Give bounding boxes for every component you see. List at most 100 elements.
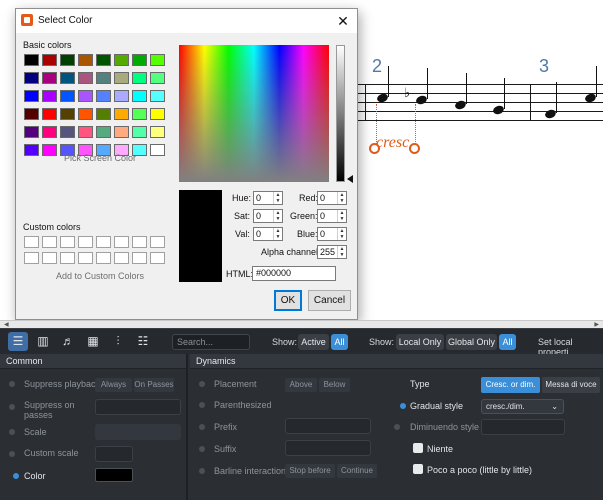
- custom-color-slot[interactable]: [78, 252, 93, 264]
- poco-a-poco-checkbox[interactable]: [413, 464, 423, 474]
- custom-color-slot[interactable]: [132, 236, 147, 248]
- property-dot-active[interactable]: [400, 403, 406, 409]
- basic-color-swatch[interactable]: [42, 144, 57, 156]
- property-dot[interactable]: [199, 402, 205, 408]
- basic-color-swatch[interactable]: [42, 108, 57, 120]
- guitar-icon[interactable]: ♬: [58, 332, 78, 351]
- luminance-slider[interactable]: [336, 45, 345, 182]
- basic-color-swatch[interactable]: [150, 90, 165, 102]
- basic-color-swatch[interactable]: [96, 126, 111, 138]
- scale-field[interactable]: [95, 424, 181, 440]
- suffix-field[interactable]: [285, 440, 371, 456]
- spin-arrows-icon[interactable]: ▲ ▼: [273, 192, 282, 204]
- close-icon[interactable]: ✕: [333, 11, 353, 31]
- property-dot[interactable]: [9, 404, 15, 410]
- hue-spinbox[interactable]: 0 ▲ ▼: [253, 191, 283, 205]
- custom-color-slot[interactable]: [60, 252, 75, 264]
- basic-color-swatch[interactable]: [60, 54, 75, 66]
- property-dot[interactable]: [199, 381, 205, 387]
- property-dot[interactable]: [199, 446, 205, 452]
- start-handle[interactable]: [369, 143, 380, 154]
- property-dot-active[interactable]: [13, 473, 19, 479]
- basic-color-swatch[interactable]: [60, 90, 75, 102]
- custom-color-slot[interactable]: [114, 252, 129, 264]
- property-dot[interactable]: [199, 468, 205, 474]
- below-button[interactable]: Below: [319, 378, 350, 392]
- basic-color-swatch[interactable]: [150, 126, 165, 138]
- above-button[interactable]: Above: [285, 378, 317, 392]
- prefix-field[interactable]: [285, 418, 371, 434]
- basic-color-swatch[interactable]: [150, 72, 165, 84]
- gradual-style-select[interactable]: cresc./dim. ⌄: [481, 399, 564, 414]
- basic-color-swatch[interactable]: [132, 54, 147, 66]
- add-custom-color-button[interactable]: Add to Custom Colors: [56, 271, 144, 281]
- cancel-button[interactable]: Cancel: [308, 290, 351, 311]
- basic-color-swatch[interactable]: [24, 126, 39, 138]
- basic-color-swatch[interactable]: [96, 108, 111, 120]
- continue-button[interactable]: Continue: [337, 464, 377, 478]
- type-cresc-button[interactable]: Cresc. or dim.: [481, 377, 540, 393]
- basic-color-swatch[interactable]: [60, 108, 75, 120]
- always-button[interactable]: Always: [95, 378, 132, 392]
- basic-color-swatch[interactable]: [132, 126, 147, 138]
- grid-icon[interactable]: ▦: [83, 332, 103, 351]
- ok-button[interactable]: OK: [274, 290, 302, 311]
- niente-checkbox[interactable]: [413, 443, 423, 453]
- suppress-on-passes-field[interactable]: [95, 399, 181, 415]
- basic-color-swatch[interactable]: [78, 72, 93, 84]
- html-input[interactable]: #000000: [252, 266, 336, 281]
- custom-color-slot[interactable]: [60, 236, 75, 248]
- spin-arrows-icon[interactable]: ▲ ▼: [337, 210, 346, 222]
- basic-color-swatch[interactable]: [24, 108, 39, 120]
- pick-screen-color-button[interactable]: Pick Screen Color: [64, 153, 136, 163]
- search-input[interactable]: Search...: [172, 334, 250, 350]
- basic-color-swatch[interactable]: [78, 90, 93, 102]
- color-swatch[interactable]: [95, 468, 133, 482]
- scroll-right-icon[interactable]: ▶: [594, 321, 599, 328]
- local-only-button[interactable]: Local Only: [396, 334, 444, 350]
- basic-color-swatch[interactable]: [96, 72, 111, 84]
- custom-color-slot[interactable]: [150, 236, 165, 248]
- custom-color-slot[interactable]: [42, 252, 57, 264]
- spin-arrows-icon[interactable]: ▲ ▼: [337, 246, 346, 258]
- type-messa-di-voce-button[interactable]: Messa di voce: [542, 377, 600, 393]
- property-dot[interactable]: [9, 451, 15, 457]
- basic-color-swatch[interactable]: [96, 90, 111, 102]
- spin-arrows-icon[interactable]: ▲ ▼: [273, 228, 282, 240]
- basic-color-swatch[interactable]: [24, 144, 39, 156]
- dialog-titlebar[interactable]: Select Color ✕: [16, 9, 357, 33]
- basic-color-swatch[interactable]: [114, 54, 129, 66]
- custom-color-slot[interactable]: [114, 236, 129, 248]
- end-handle[interactable]: [409, 143, 420, 154]
- property-dot[interactable]: [9, 429, 15, 435]
- green-spinbox[interactable]: 0 ▲ ▼: [317, 209, 347, 223]
- blue-spinbox[interactable]: 0 ▲ ▼: [317, 227, 347, 241]
- spin-arrows-icon[interactable]: ▲ ▼: [273, 210, 282, 222]
- custom-color-slot[interactable]: [96, 236, 111, 248]
- basic-color-swatch[interactable]: [78, 54, 93, 66]
- basic-color-swatch[interactable]: [42, 54, 57, 66]
- alpha-spinbox[interactable]: 255 ▲ ▼: [317, 245, 347, 259]
- property-dot[interactable]: [9, 381, 15, 387]
- show-active-button[interactable]: Active: [298, 334, 329, 350]
- basic-color-swatch[interactable]: [60, 126, 75, 138]
- basic-color-swatch[interactable]: [24, 54, 39, 66]
- basic-color-swatch[interactable]: [150, 144, 165, 156]
- basic-color-swatch[interactable]: [42, 72, 57, 84]
- val-spinbox[interactable]: 0 ▲ ▼: [253, 227, 283, 241]
- basic-color-swatch[interactable]: [150, 54, 165, 66]
- custom-scale-field[interactable]: [95, 446, 133, 462]
- basic-color-swatch[interactable]: [60, 72, 75, 84]
- custom-color-slot[interactable]: [24, 236, 39, 248]
- basic-color-swatch[interactable]: [132, 72, 147, 84]
- diminuendo-style-field[interactable]: [481, 419, 565, 435]
- horizontal-scrollbar[interactable]: ◀ ▶: [0, 320, 603, 328]
- basic-color-swatch[interactable]: [96, 54, 111, 66]
- red-spinbox[interactable]: 0 ▲ ▼: [317, 191, 347, 205]
- custom-color-slot[interactable]: [78, 236, 93, 248]
- property-dot[interactable]: [394, 424, 400, 430]
- property-dot[interactable]: [199, 424, 205, 430]
- mixer-icon[interactable]: ⫶: [108, 332, 128, 351]
- luminance-arrow-icon[interactable]: [347, 175, 353, 183]
- basic-color-swatch[interactable]: [114, 126, 129, 138]
